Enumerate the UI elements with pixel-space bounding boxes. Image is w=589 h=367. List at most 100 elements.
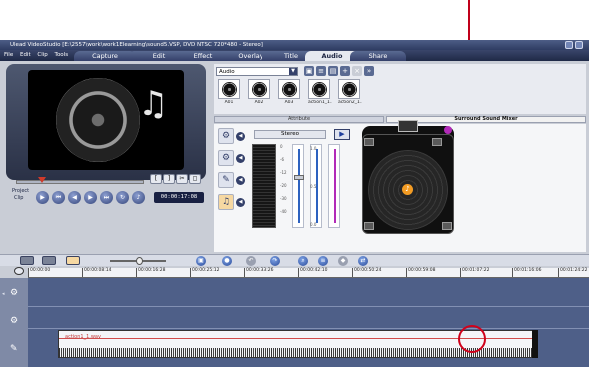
timeline-ruler[interactable]: 00:00:00 00:00:08:14 00:00:16:28 00:00:2… xyxy=(28,268,589,278)
maximize-icon[interactable] xyxy=(575,41,583,49)
fader-knob[interactable] xyxy=(294,175,304,180)
repeat-icon[interactable]: ↻ xyxy=(116,191,129,204)
enlarge-icon[interactable]: ◻ xyxy=(189,174,201,184)
chevron-down-icon[interactable]: ▼ xyxy=(289,68,297,75)
scale-label: -6 xyxy=(280,157,284,162)
speaker-icon[interactable]: ◀ xyxy=(236,132,245,141)
delete-icon[interactable]: × xyxy=(352,66,362,76)
menu-file[interactable]: File xyxy=(4,52,13,58)
minimize-icon[interactable] xyxy=(565,41,573,49)
speaker-icon[interactable]: ◀ xyxy=(236,198,245,207)
ruler-tick: 00:01:16:06 xyxy=(512,268,541,277)
sort-icon[interactable]: ≡ xyxy=(316,66,326,76)
library-panel: Audio ▼ ▣ ≡ ▤ + × » A01 A02 A03 action1_… xyxy=(214,64,586,114)
scale-label: 0 xyxy=(280,144,283,149)
folder-icon[interactable]: ▣ xyxy=(304,66,314,76)
library-category-value: Audio xyxy=(219,69,235,75)
thumb-label: A01 xyxy=(224,100,234,105)
speaker-icon[interactable]: ◀ xyxy=(236,154,245,163)
preview-scrubber[interactable] xyxy=(16,180,144,184)
menu-clip[interactable]: Clip xyxy=(37,52,47,58)
play-icon[interactable]: ▶ xyxy=(334,129,350,140)
ruler-tick: 00:00:33:26 xyxy=(244,268,273,277)
preview-screen: ♫ xyxy=(28,70,184,170)
center-fader[interactable] xyxy=(328,144,340,228)
videostudio-window: Ulead VideoStudio [E:\2557\work\work1Ele… xyxy=(0,40,589,367)
chapter-icon[interactable]: ◆ xyxy=(338,256,348,266)
track-toggle-icon[interactable]: ◂ xyxy=(2,291,5,297)
music-track-icon[interactable]: ♫ xyxy=(218,194,234,210)
previous-frame-icon[interactable]: ◀ xyxy=(68,191,81,204)
vu-meter xyxy=(252,144,276,228)
attribute-panel: ⚙ ◀ ⚙ ◀ ✎ ◀ ♫ ◀ Stereo ▶ 0 -6 -12 -20 -3… xyxy=(214,120,586,252)
end-icon[interactable]: ⏭ xyxy=(100,191,113,204)
cut-icon[interactable]: ✂ xyxy=(176,174,188,184)
track-manager-icon[interactable]: ≡ xyxy=(318,256,328,266)
timecode-display[interactable]: 00:00:17:08 xyxy=(154,192,204,203)
surround-sound-field[interactable]: ♪ xyxy=(362,120,454,234)
library-thumb-action2[interactable] xyxy=(338,79,360,99)
mark-in-icon[interactable]: [ xyxy=(150,174,162,184)
storyboard-view-icon[interactable] xyxy=(20,256,34,265)
zoom-knob[interactable] xyxy=(136,257,143,265)
project-mode-label[interactable]: Project xyxy=(12,188,29,194)
redo-icon[interactable]: ↷ xyxy=(270,256,280,266)
add-icon[interactable]: + xyxy=(340,66,350,76)
timeline-zoom-icon[interactable]: ⌕ xyxy=(298,256,308,266)
audio-view-icon[interactable] xyxy=(66,256,80,265)
library-thumb-a02[interactable] xyxy=(248,79,270,99)
record-icon[interactable]: ● xyxy=(222,256,232,266)
menu-edit[interactable]: Edit xyxy=(20,52,31,58)
tab-share[interactable]: Share xyxy=(350,51,406,61)
overlay-track-icon: ⚙ xyxy=(10,316,19,326)
volume-icon[interactable]: ♪ xyxy=(132,191,145,204)
voice-track-header[interactable]: ✎ xyxy=(2,338,26,362)
timeline-view-icon[interactable] xyxy=(42,256,56,265)
play-icon[interactable]: ▶ xyxy=(36,191,49,204)
undo-icon[interactable]: ↶ xyxy=(246,256,256,266)
speaker-icon xyxy=(222,82,237,97)
main-menu: File Edit Clip Tools xyxy=(4,50,73,61)
track-headers: ◂ ⚙ ⚙ ✎ xyxy=(0,278,28,367)
timeline-tracks[interactable]: action1_1.wav xyxy=(28,278,589,367)
overlay-track-header[interactable]: ⚙ xyxy=(2,310,26,334)
thumb-label: A03 xyxy=(284,100,294,105)
fader-value: 0.0 xyxy=(310,222,317,227)
clip-end-handle[interactable] xyxy=(532,330,538,358)
video-track-icon[interactable]: ⚙ xyxy=(218,150,234,166)
library-thumb-a01[interactable] xyxy=(218,79,240,99)
track-divider xyxy=(28,306,589,307)
insert-media-icon[interactable]: ▣ xyxy=(196,256,206,266)
home-icon[interactable]: ⏮ xyxy=(52,191,65,204)
thumb-label: action1_1... xyxy=(308,100,332,105)
next-frame-icon[interactable]: ▶ xyxy=(84,191,97,204)
speaker-icon[interactable]: ◀ xyxy=(236,176,245,185)
clip-mode-label[interactable]: Clip xyxy=(14,195,23,201)
scrubber-handle-icon[interactable] xyxy=(38,177,46,183)
library-thumb-a03[interactable] xyxy=(278,79,300,99)
fader-track xyxy=(298,149,300,223)
menu-bar: File Edit Clip Tools Capture Edit Effect… xyxy=(0,50,589,61)
rear-left-speaker-icon xyxy=(364,222,374,230)
tab-capture[interactable]: Capture xyxy=(74,51,136,61)
ruler-tick: 00:00:42:10 xyxy=(298,268,327,277)
mark-out-icon[interactable]: ] xyxy=(163,174,175,184)
video-track-header[interactable]: ◂ ⚙ xyxy=(2,282,26,306)
sound-position-icon[interactable]: ♪ xyxy=(402,184,413,195)
audio-clip-name: action1_1.wav xyxy=(65,334,101,340)
ruler-tick: 00:01:24:22 xyxy=(558,268,587,277)
voice-icon[interactable]: ✎ xyxy=(218,172,234,188)
library-category-select[interactable]: Audio ▼ xyxy=(216,67,298,76)
library-thumb-action1[interactable] xyxy=(308,79,330,99)
ruler-tick: 00:00:59:08 xyxy=(406,268,435,277)
scale-label: -40 xyxy=(280,209,287,214)
voice-track-icon[interactable]: ⚙ xyxy=(218,128,234,144)
tab-attribute[interactable]: Attribute xyxy=(214,116,384,123)
speaker-icon xyxy=(252,82,267,97)
playhead-icon[interactable] xyxy=(14,267,24,275)
library-manager-icon[interactable]: ▤ xyxy=(328,66,338,76)
main-volume-fader[interactable] xyxy=(292,144,304,228)
expand-icon[interactable]: » xyxy=(364,66,374,76)
smart-proxy-icon[interactable]: ⇄ xyxy=(358,256,368,266)
menu-tools[interactable]: Tools xyxy=(55,52,69,58)
